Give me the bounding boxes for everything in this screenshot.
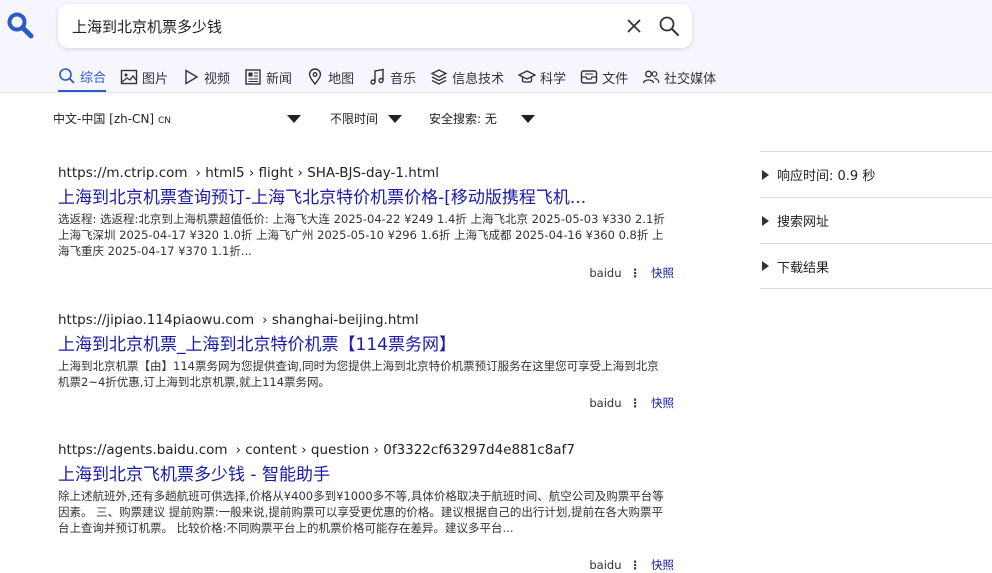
tab-label: 音乐 — [390, 71, 417, 87]
map-pin-icon — [308, 68, 322, 86]
tab-label: 视频 — [204, 71, 231, 87]
language-code: CN — [157, 116, 171, 126]
result-title-link[interactable]: 上海到北京飞机票多少钱 - 智能助手 — [58, 460, 658, 485]
graduation-cap-icon — [518, 70, 537, 83]
safe-search-select[interactable]: 安全搜索: 无 — [429, 110, 497, 127]
result-engine: baidu — [589, 396, 622, 410]
result-url-host: https://agents.baidu.com — [58, 442, 228, 458]
people-icon — [642, 70, 660, 84]
result-meta: baidu ⋮ 快照 — [589, 265, 674, 281]
result-title-link[interactable]: 上海到北京机票_上海到北京特价机票【114票务网】 — [58, 330, 658, 355]
play-icon — [185, 69, 199, 85]
expand-triangle-icon — [762, 261, 769, 271]
result-url-host: https://jipiao.114piaowu.com — [58, 312, 255, 328]
result-url-path: › html5 › flight › SHA-BJS-day-1.html — [195, 165, 440, 181]
sidebar-item-label: 下载结果 — [777, 260, 830, 276]
time-dropdown-icon[interactable] — [388, 115, 402, 123]
language-dropdown-icon[interactable] — [287, 115, 301, 123]
tab-files[interactable]: 文件 — [580, 64, 628, 90]
tab-label: 信息技术 — [452, 71, 505, 87]
image-icon — [120, 69, 138, 85]
result-url-host: https://m.ctrip.com — [58, 165, 188, 181]
more-options-icon[interactable]: ⋮ — [630, 558, 642, 572]
result-title-link[interactable]: 上海到北京机票查询预订-上海飞北京特价机票价格-[移动版携程飞机... — [58, 183, 658, 208]
tab-label: 新闻 — [266, 71, 293, 87]
cache-link[interactable]: 快照 — [651, 557, 674, 573]
tab-label: 社交媒体 — [664, 71, 717, 87]
tab-maps[interactable]: 地图 — [306, 64, 354, 90]
info-sidebar: 响应时间: 0.9 秒 搜索网址 下载结果 — [760, 151, 992, 289]
tab-label: 图片 — [142, 71, 169, 87]
search-result: https://jipiao.114piaowu.com › shanghai-b… — [58, 312, 678, 416]
tab-all[interactable]: 综合 — [58, 64, 107, 92]
result-meta: baidu ⋮ 快照 — [589, 557, 674, 573]
search-icon — [59, 68, 75, 84]
result-url[interactable]: https://m.ctrip.com › html5 › flight › SH… — [58, 165, 678, 181]
more-options-icon[interactable]: ⋮ — [630, 266, 642, 280]
result-url-path: › content › question › 0f3322cf63297d4e8… — [235, 442, 575, 458]
inbox-icon — [580, 70, 598, 84]
search-box — [58, 4, 692, 48]
music-icon — [370, 68, 384, 85]
more-options-icon[interactable]: ⋮ — [630, 396, 642, 410]
tab-label: 文件 — [602, 71, 629, 87]
result-url[interactable]: https://agents.baidu.com › content › ques… — [58, 442, 678, 458]
expand-triangle-icon — [762, 215, 769, 226]
time-select[interactable]: 不限时间 — [330, 110, 378, 127]
search-result: https://agents.baidu.com › content › ques… — [58, 442, 678, 573]
result-url-path: › shanghai-beijing.html — [262, 312, 419, 328]
tab-it[interactable]: 信息技术 — [430, 64, 504, 90]
sidebar-item-label: 响应时间: 0.9 秒 — [777, 169, 876, 184]
tab-science[interactable]: 科学 — [518, 64, 566, 90]
tab-social[interactable]: 社交媒体 — [642, 64, 716, 90]
cache-link[interactable]: 快照 — [651, 265, 674, 281]
result-snippet: 除上述航班外,还有多趟航班可供选择,价格从¥400多到¥1000多不等,具体价格… — [58, 489, 664, 535]
result-engine: baidu — [589, 266, 622, 280]
tab-videos[interactable]: 视频 — [182, 64, 230, 90]
clear-icon[interactable] — [624, 16, 644, 36]
language-label: 中文-中国 [zh-CN] — [53, 112, 155, 126]
search-url-item[interactable]: 搜索网址 — [760, 197, 992, 243]
result-meta: baidu ⋮ 快照 — [589, 395, 674, 411]
layers-icon — [430, 69, 448, 85]
search-input[interactable] — [72, 4, 612, 48]
tab-label: 综合 — [80, 70, 107, 86]
search-icon[interactable] — [658, 15, 680, 37]
tab-label: 科学 — [540, 71, 567, 87]
header-bar: 综合 图片 视频 新闻 地图 音乐 信息技术 科学 — [0, 0, 992, 93]
search-result: https://m.ctrip.com › html5 › flight › SH… — [58, 165, 678, 285]
newspaper-icon — [245, 69, 261, 85]
tab-label: 地图 — [328, 71, 355, 87]
sidebar-item-label: 搜索网址 — [777, 215, 830, 230]
safe-search-dropdown-icon[interactable] — [521, 115, 535, 123]
result-url[interactable]: https://jipiao.114piaowu.com › shanghai-b… — [58, 312, 678, 328]
tab-news[interactable]: 新闻 — [244, 64, 292, 90]
category-tabs: 综合 图片 视频 新闻 地图 音乐 信息技术 科学 文件 社交媒体 — [58, 64, 730, 92]
cache-link[interactable]: 快照 — [651, 395, 674, 411]
filter-bar: 中文-中国 [zh-CN] CN 不限时间 安全搜索: 无 — [0, 106, 560, 132]
search-logo-icon[interactable] — [6, 11, 34, 39]
result-snippet: 上海到北京机票【由】114票务网为您提供查询,同时为您提供上海到北京特价机票预订… — [58, 359, 659, 389]
tab-music[interactable]: 音乐 — [368, 64, 416, 90]
expand-triangle-icon — [762, 169, 769, 180]
result-engine: baidu — [589, 558, 622, 572]
tab-images[interactable]: 图片 — [120, 64, 168, 90]
result-snippet: 选返程: 选返程:北京到上海机票超值低价: 上海飞大连 2025-04-22 ¥… — [58, 212, 665, 258]
language-select[interactable]: 中文-中国 [zh-CN] CN — [53, 110, 171, 127]
download-results-item[interactable]: 下载结果 — [760, 243, 992, 289]
response-time-item[interactable]: 响应时间: 0.9 秒 — [760, 151, 992, 197]
